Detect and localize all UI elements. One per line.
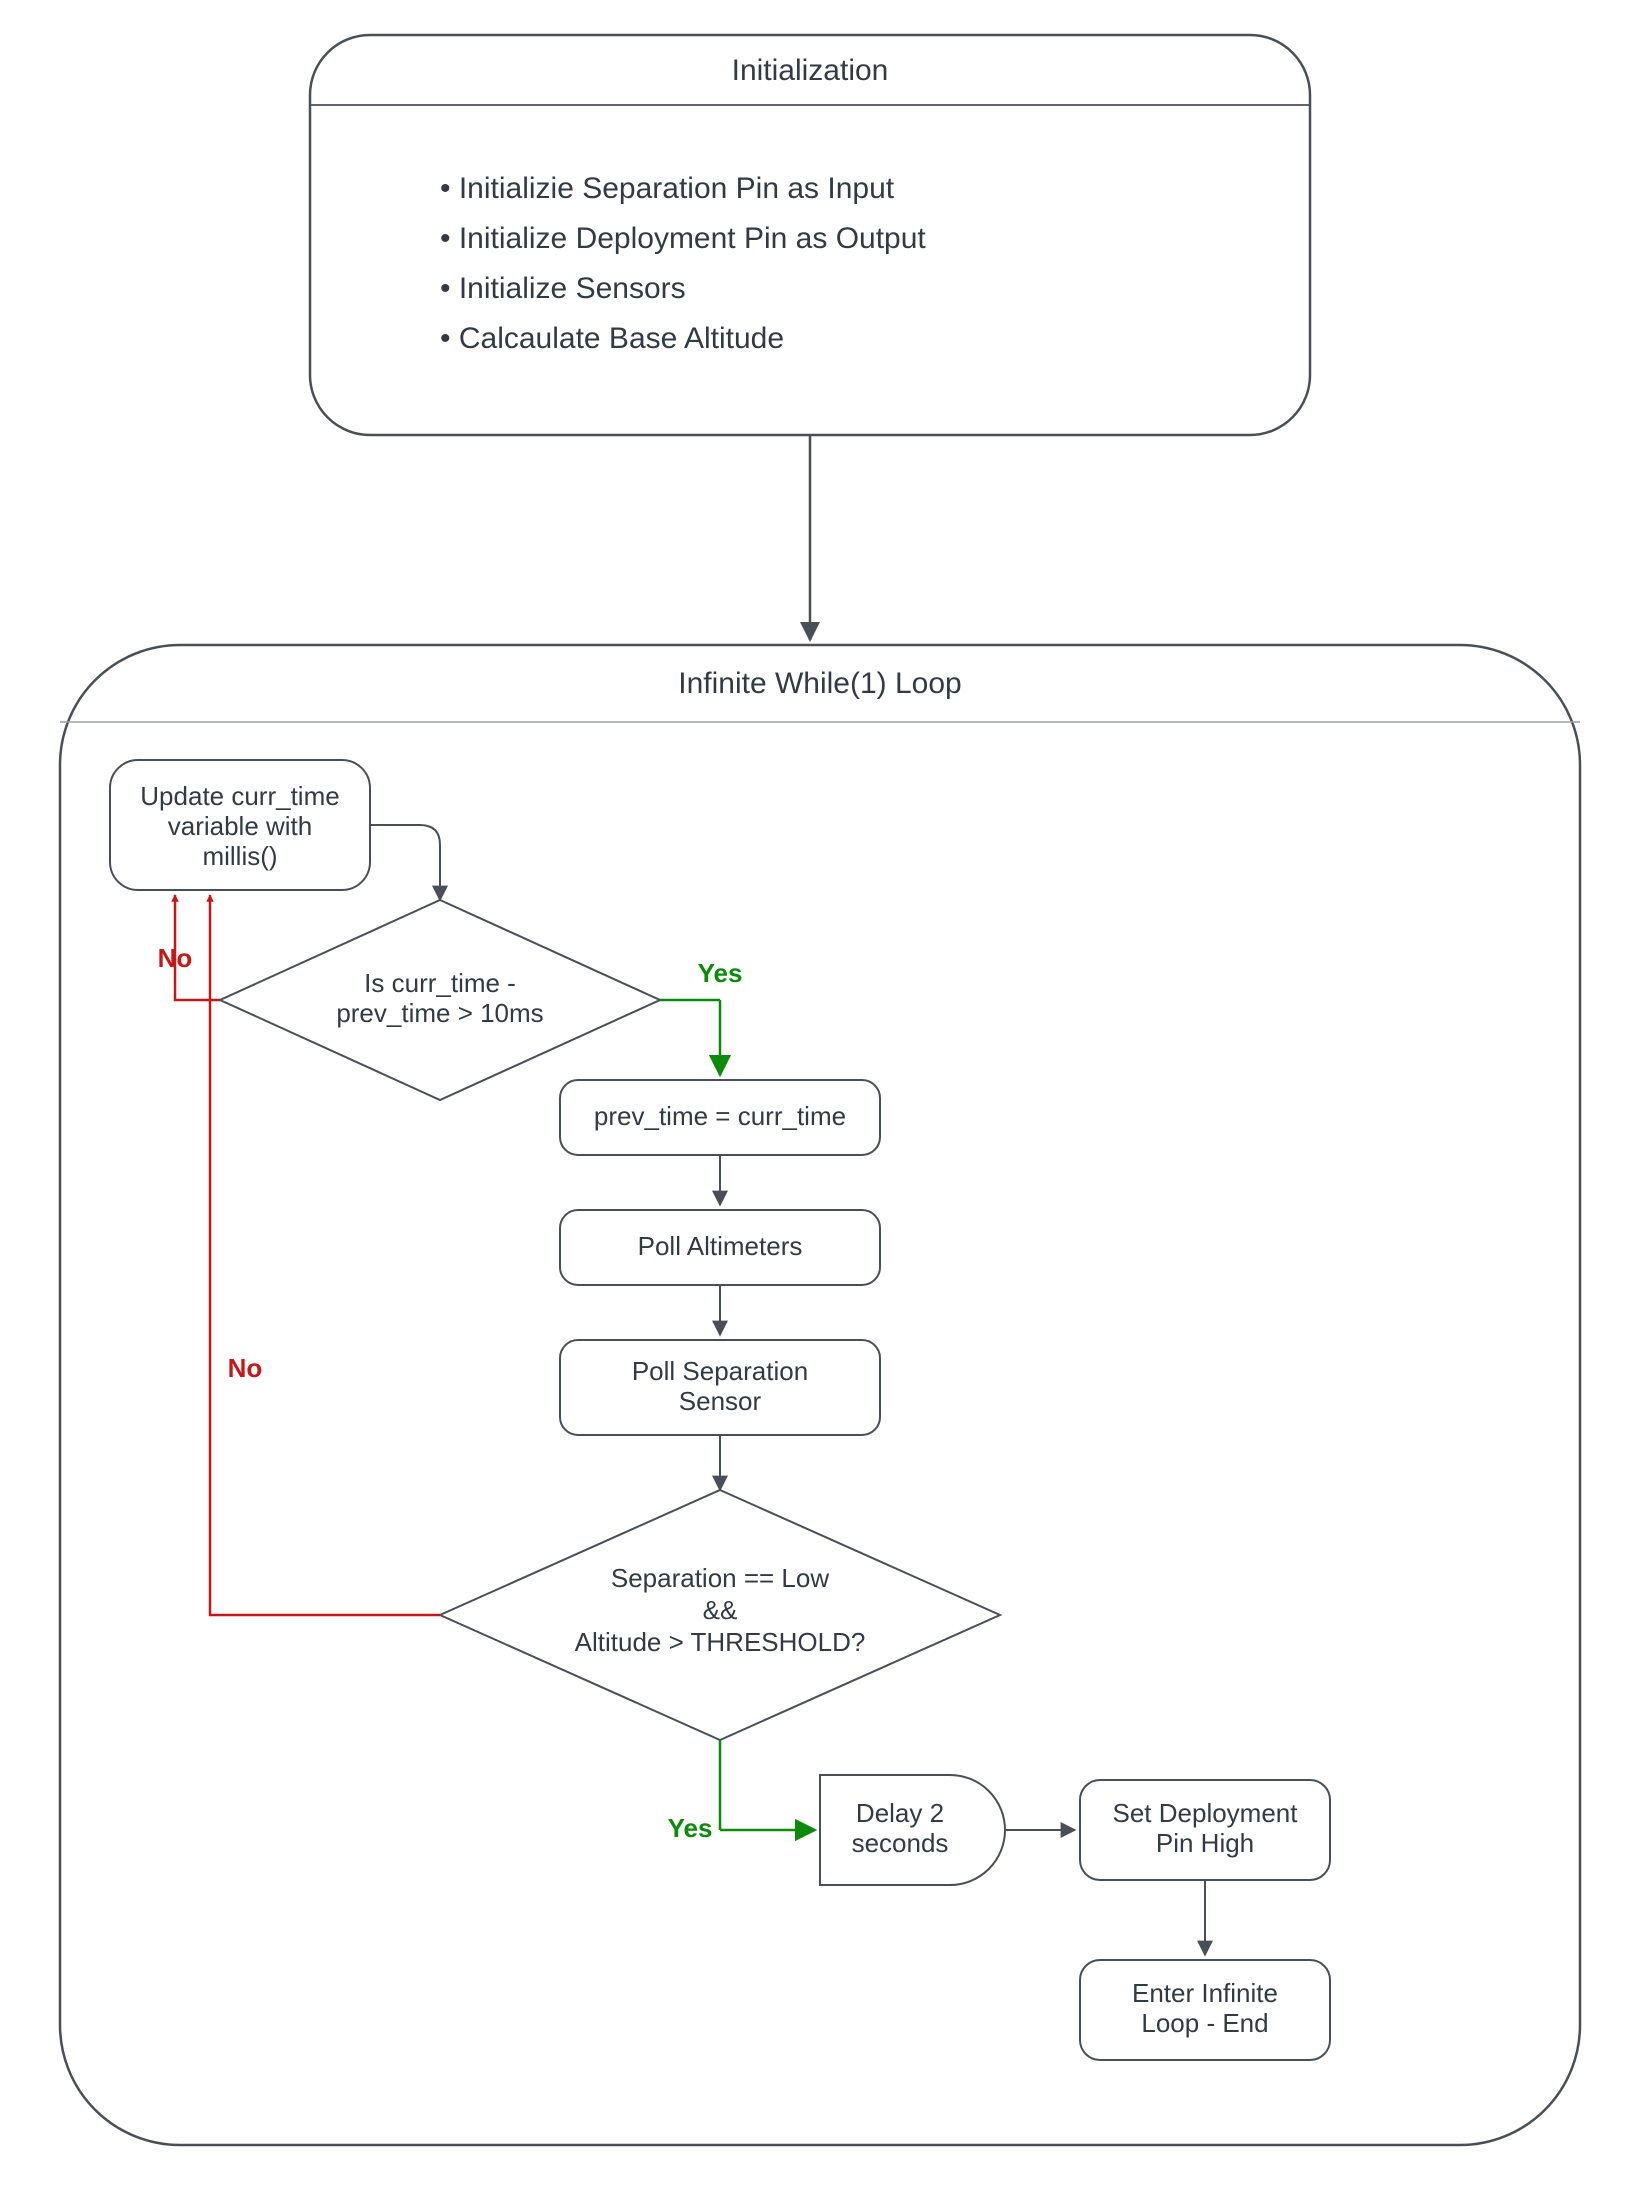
node-decision-time-l2: prev_time > 10ms [336, 998, 543, 1028]
node-assign-prev-text: prev_time = curr_time [594, 1101, 846, 1131]
node-end-l2: Loop - End [1141, 2008, 1268, 2038]
init-box: Initialization • Initializie Separation … [310, 35, 1310, 435]
init-bullet-2: • Initialize Sensors [440, 272, 686, 305]
init-title: Initialization [732, 54, 889, 87]
node-set-pin-l1: Set Deployment [1113, 1798, 1299, 1828]
init-bullet-0: • Initializie Separation Pin as Input [440, 172, 895, 205]
node-decision-time-l1: Is curr_time - [364, 968, 516, 998]
node-update-time: Update curr_time variable with millis() [110, 760, 370, 890]
loop-title: Infinite While(1) Loop [678, 667, 961, 700]
node-poll-sep-l1: Poll Separation [632, 1356, 808, 1386]
node-end-l1: Enter Infinite [1132, 1978, 1278, 2008]
node-set-pin: Set Deployment Pin High [1080, 1780, 1330, 1880]
node-delay-l2: seconds [852, 1828, 949, 1858]
node-decision2-l2: && [703, 1595, 738, 1625]
node-set-pin-l2: Pin High [1156, 1828, 1254, 1858]
node-update-time-l2: variable with [168, 811, 313, 841]
label-decision1-no: No [158, 943, 193, 973]
node-poll-alt-text: Poll Altimeters [638, 1231, 803, 1261]
node-poll-sep-l2: Sensor [679, 1386, 762, 1416]
node-update-time-l1: Update curr_time [140, 781, 339, 811]
label-decision2-no: No [228, 1353, 263, 1383]
init-bullet-3: • Calcaulate Base Altitude [440, 322, 784, 355]
node-delay: Delay 2 seconds [820, 1775, 1005, 1885]
node-decision2-l1: Separation == Low [611, 1563, 829, 1593]
node-update-time-l3: millis() [202, 841, 277, 871]
node-poll-alt: Poll Altimeters [560, 1210, 880, 1285]
node-delay-l1: Delay 2 [856, 1798, 944, 1828]
init-bullet-1: • Initialize Deployment Pin as Output [440, 222, 926, 255]
node-end: Enter Infinite Loop - End [1080, 1960, 1330, 2060]
node-assign-prev: prev_time = curr_time [560, 1080, 880, 1155]
node-poll-sep: Poll Separation Sensor [560, 1340, 880, 1435]
node-decision2-l3: Altitude > THRESHOLD? [575, 1627, 866, 1657]
label-decision1-yes: Yes [698, 958, 743, 988]
label-decision2-yes: Yes [668, 1813, 713, 1843]
